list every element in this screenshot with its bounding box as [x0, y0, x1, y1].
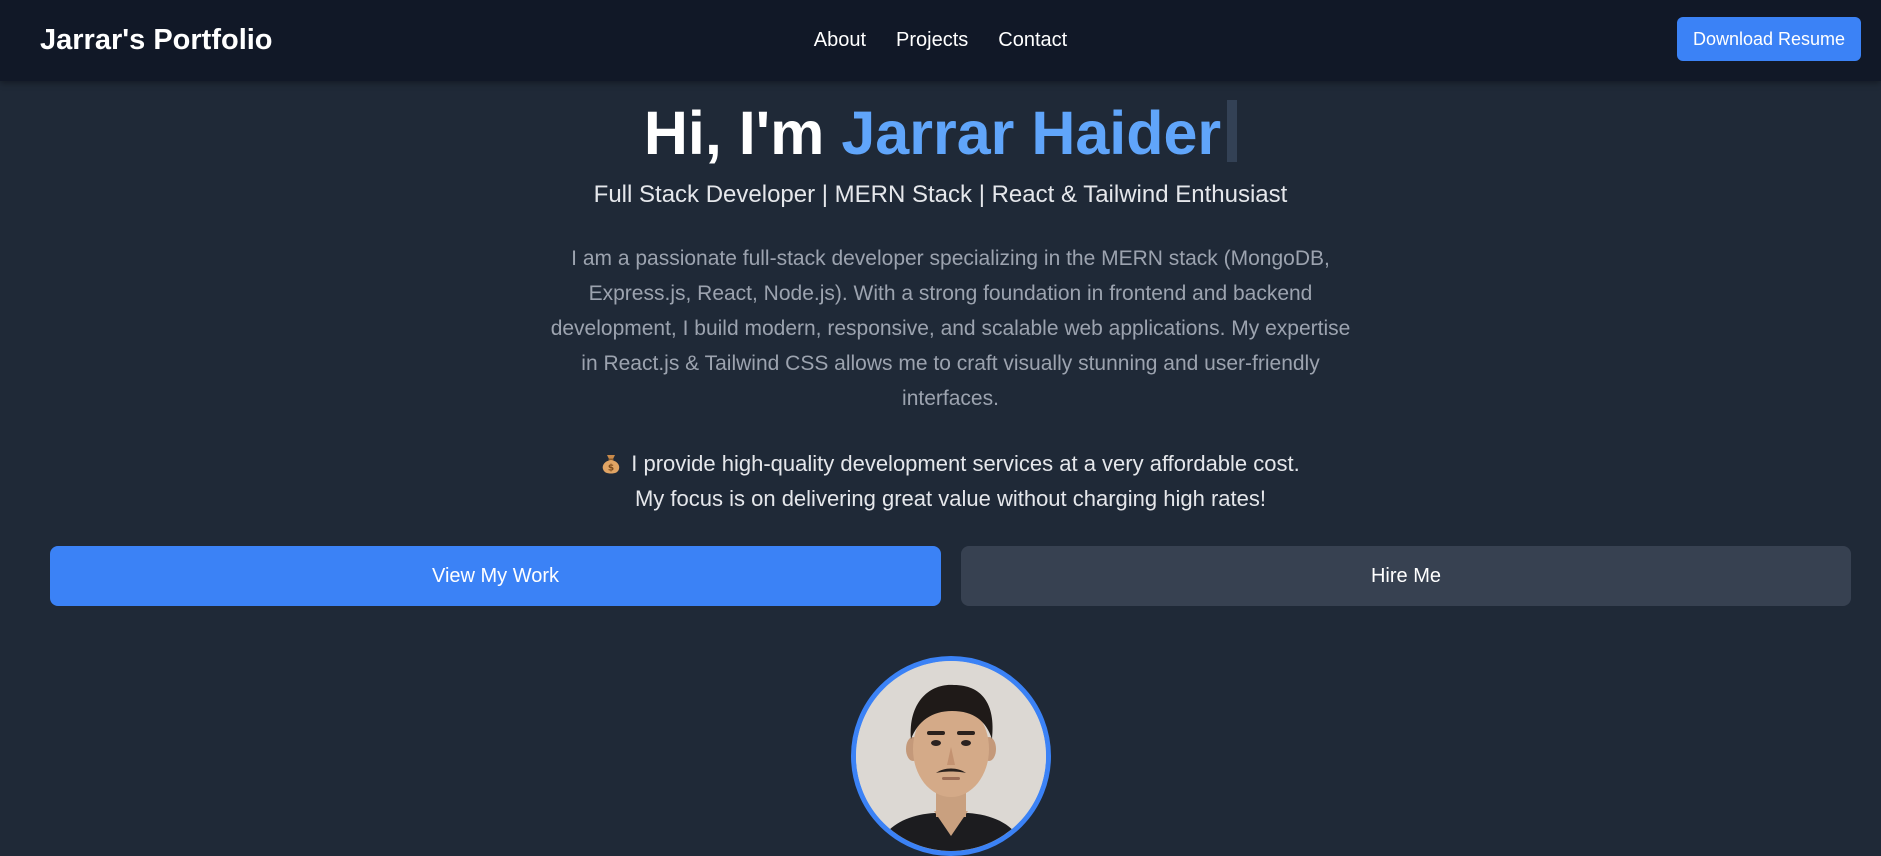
typing-cursor [1227, 100, 1238, 162]
profile-avatar [851, 656, 1051, 856]
hero-title: Hi, I'm Jarrar Haider [0, 96, 1881, 170]
nav-link-projects[interactable]: Projects [896, 27, 968, 53]
svg-text:$: $ [608, 464, 614, 474]
hero-subtitle: Full Stack Developer | MERN Stack | Reac… [593, 181, 1288, 208]
pricing-note-text: I provide high-quality development servi… [631, 451, 1300, 511]
download-resume-button[interactable]: Download Resume [1677, 17, 1861, 61]
moneybag-icon: $ [601, 449, 621, 474]
nav-link-contact[interactable]: Contact [998, 27, 1067, 53]
nav-links: About Projects Contact [0, 27, 1881, 53]
hero-intro-paragraph: I am a passionate full-stack developer s… [550, 247, 1351, 410]
nav-link-about[interactable]: About [814, 27, 866, 53]
view-my-work-button[interactable]: View My Work [50, 546, 941, 606]
navbar: Jarrar's Portfolio About Projects Contac… [0, 0, 1881, 81]
hire-me-button[interactable]: Hire Me [961, 546, 1851, 606]
pricing-note: $ I provide high-quality development ser… [590, 446, 1311, 516]
hero-greeting: Hi, I'm [643, 99, 842, 167]
hero-name: Jarrar Haider [841, 99, 1222, 167]
